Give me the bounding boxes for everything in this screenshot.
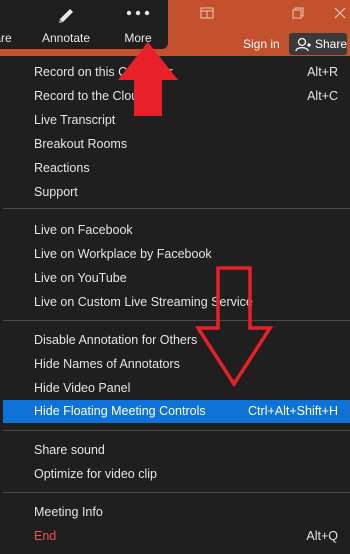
close-icon[interactable]: [334, 6, 346, 24]
pencil-icon: [59, 9, 73, 23]
more-dots-icon: [126, 10, 150, 16]
menu-item-breakout-rooms[interactable]: Breakout Rooms: [3, 133, 350, 156]
menu-item-label: Live on Facebook: [34, 223, 133, 237]
menu-item-label: Live on Workplace by Facebook: [34, 247, 212, 261]
annotate-label: Annotate: [41, 31, 91, 45]
menu-item-live-youtube[interactable]: Live on YouTube: [3, 267, 350, 290]
share-button[interactable]: Share: [289, 33, 347, 55]
menu-item-live-custom[interactable]: Live on Custom Live Streaming Service: [3, 291, 350, 314]
menu-item-label: Disable Annotation for Others: [34, 333, 198, 347]
menu-item-live-workplace[interactable]: Live on Workplace by Facebook: [3, 243, 350, 266]
red-down-arrow-outline: [194, 266, 274, 388]
menu-divider: [3, 208, 350, 209]
share-screen-button[interactable]: are: [0, 0, 16, 49]
menu-item-label: Hide Video Panel: [34, 381, 131, 395]
share-label: Share: [315, 37, 348, 51]
menu-item-optimize-video[interactable]: Optimize for video clip: [3, 463, 350, 486]
menu-item-share-sound[interactable]: Share sound: [3, 439, 350, 462]
menu-item-label: Hide Floating Meeting Controls: [34, 404, 206, 418]
user-icon: [295, 37, 311, 52]
menu-item-disable-annotation[interactable]: Disable Annotation for Others: [3, 329, 350, 352]
menu-item-label: Breakout Rooms: [34, 137, 128, 151]
menu-item-hide-video-panel[interactable]: Hide Video Panel: [3, 377, 350, 400]
menu-item-label: Live on YouTube: [34, 271, 127, 285]
menu-item-shortcut: Alt+Q: [306, 529, 338, 543]
red-up-arrow: [118, 42, 178, 116]
menu-item-label: Reactions: [34, 161, 90, 175]
annotate-button[interactable]: Annotate: [34, 0, 98, 49]
menu-item-shortcut: Alt+R: [307, 65, 338, 79]
menu-item-shortcut: Alt+C: [307, 89, 338, 103]
menu-item-reactions[interactable]: Reactions: [3, 157, 350, 180]
menu-item-live-facebook[interactable]: Live on Facebook: [3, 219, 350, 242]
menu-item-label: End: [34, 529, 57, 543]
menu-item-label: Optimize for video clip: [34, 467, 157, 481]
more-menu: Record on this Computer Alt+R Record to …: [3, 57, 350, 554]
sign-in-link[interactable]: Sign in: [243, 37, 280, 51]
menu-item-meeting-info[interactable]: Meeting Info: [3, 501, 350, 524]
menu-item-shortcut: Ctrl+Alt+Shift+H: [248, 404, 338, 418]
menu-divider: [3, 320, 350, 321]
menu-item-label: Live Transcript: [34, 113, 116, 127]
menu-divider: [3, 492, 350, 493]
menu-item-end[interactable]: End Alt+Q: [3, 525, 350, 548]
menu-item-label: Hide Names of Annotators: [34, 357, 180, 371]
share-screen-label: are: [0, 31, 12, 45]
menu-item-label: Share sound: [34, 443, 105, 457]
menu-divider: [3, 430, 350, 431]
maximize-icon[interactable]: [292, 6, 304, 24]
menu-item-label: Meeting Info: [34, 505, 103, 519]
menu-item-hide-floating-controls[interactable]: Hide Floating Meeting Controls Ctrl+Alt+…: [3, 400, 350, 423]
menu-item-hide-annotator-names[interactable]: Hide Names of Annotators: [3, 353, 350, 376]
menu-item-label: Support: [34, 185, 78, 199]
restore-icon[interactable]: [200, 6, 214, 24]
menu-item-support[interactable]: Support: [3, 181, 350, 204]
